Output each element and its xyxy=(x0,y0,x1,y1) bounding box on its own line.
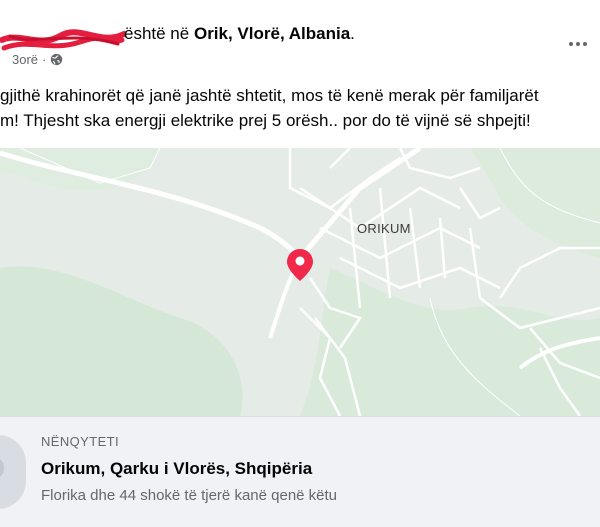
checkin-location-link[interactable]: Orik, Vlorë, Albania xyxy=(194,24,350,43)
post-text-line-1: gjithë krahinorët që janë jashtë shtetit… xyxy=(0,86,539,105)
checkin-prefix: është në xyxy=(124,24,190,43)
more-dot xyxy=(576,42,580,46)
post-meta: 3orë · xyxy=(12,52,63,67)
post-text: gjithë krahinorët që janë jashtë shtetit… xyxy=(0,83,600,133)
post-text-line-2: m! Thjesht ska energji elektrike prej 5 … xyxy=(0,111,531,130)
location-map[interactable]: ORIKUM xyxy=(0,148,600,416)
author-name[interactable] xyxy=(0,24,126,51)
place-name-link[interactable]: Orikum, Qarku i Vlorës, Shqipëria xyxy=(41,459,312,479)
post-header: është në Orik, Vlorë, Albania. 3orë · xyxy=(0,14,600,67)
post-time[interactable]: 3orë xyxy=(12,52,38,67)
place-visitors: Florika dhe 44 shokë të tjerë kanë qenë … xyxy=(41,487,338,504)
place-thumbnail[interactable] xyxy=(0,435,26,509)
map-pin-icon xyxy=(287,249,313,281)
more-options-button[interactable] xyxy=(564,36,592,52)
globe-icon[interactable] xyxy=(50,53,63,66)
checkin-line: është në Orik, Vlorë, Albania. xyxy=(124,24,355,44)
post-card: është në Orik, Vlorë, Albania. 3orë · gj… xyxy=(0,0,600,527)
map-town-label: ORIKUM xyxy=(357,221,411,236)
meta-separator: · xyxy=(42,52,47,67)
place-category: NËNQYTETI xyxy=(41,434,119,449)
more-dot xyxy=(569,42,573,46)
checkin-suffix: . xyxy=(350,24,355,43)
redaction-scribble xyxy=(0,29,126,51)
place-card[interactable]: NËNQYTETI Orikum, Qarku i Vlorës, Shqipë… xyxy=(0,416,600,527)
more-dot xyxy=(583,42,587,46)
map-graphic xyxy=(0,148,600,416)
